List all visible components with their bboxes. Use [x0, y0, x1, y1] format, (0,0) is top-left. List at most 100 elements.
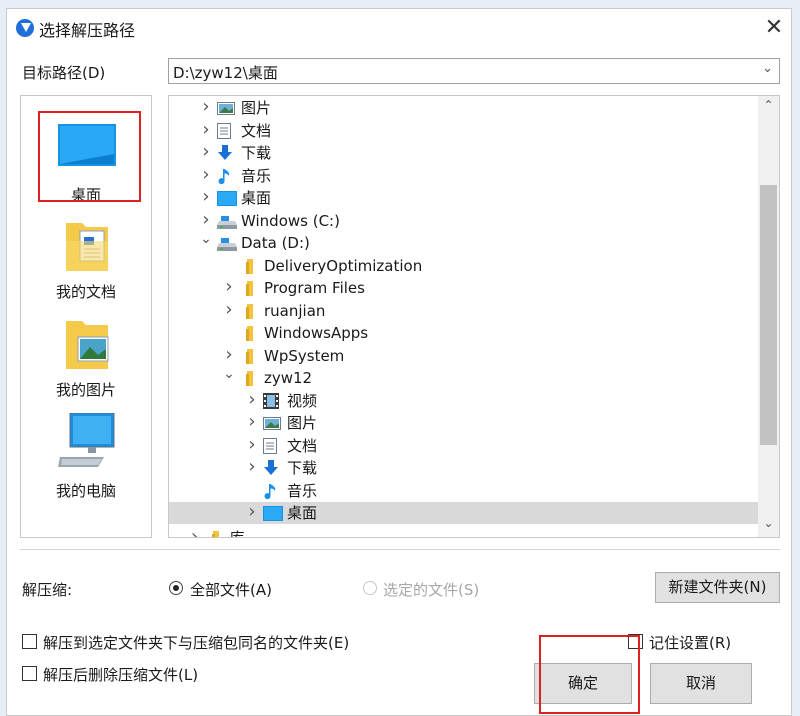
checkbox-extract-to-named-folder-label: 解压到选定文件夹下与压缩包同名的文件夹(E)	[43, 634, 350, 652]
scroll-down-icon[interactable]: ⌄	[758, 516, 779, 530]
desktop-icon	[263, 505, 283, 521]
document-icon	[217, 122, 233, 139]
chevron-right-icon[interactable]: ›	[245, 434, 259, 456]
tree-node-label: 图片	[241, 99, 272, 117]
checkbox-extract-to-named-folder[interactable]	[22, 634, 37, 649]
tree-node-label: Data (D:)	[241, 234, 310, 252]
tree-node-label: 音乐	[287, 481, 318, 500]
target-path-combobox[interactable]: D:\zyw12\桌面 ⌄	[168, 58, 780, 84]
chevron-right-icon[interactable]: ›	[222, 276, 236, 298]
place-label: 我的文档	[55, 283, 116, 301]
tree-node[interactable]: › Program Files	[169, 276, 758, 299]
radio-all-files-label: 全部文件(A)	[190, 581, 272, 599]
tree-node-label: 库	[229, 528, 245, 538]
chevron-right-icon[interactable]: ›	[222, 299, 236, 321]
highlight-box-ok	[539, 635, 640, 714]
folder-icon	[210, 530, 226, 537]
tree-node-label: 音乐	[241, 166, 272, 185]
scroll-up-icon[interactable]: ⌃	[758, 98, 779, 112]
background-window-right	[792, 10, 800, 716]
app-logo-icon	[16, 19, 34, 37]
download-icon	[217, 145, 233, 161]
drive-icon	[217, 235, 237, 251]
chevron-right-icon[interactable]: ›	[245, 411, 259, 433]
tree-node[interactable]: › 音乐	[169, 164, 758, 187]
tree-node[interactable]: › 库	[169, 526, 758, 538]
tree-node-label: 视频	[287, 391, 318, 410]
tree-node[interactable]: › 图片	[169, 96, 758, 119]
radio-all-files[interactable]	[169, 581, 183, 595]
tree-node-label: Program Files	[264, 279, 365, 297]
radio-selected-files	[363, 581, 377, 595]
chevron-right-icon[interactable]: ›	[199, 186, 213, 208]
place-my-documents[interactable]: 我的文档	[21, 214, 151, 304]
extract-label: 解压缩:	[22, 581, 73, 599]
folder-icon	[244, 370, 260, 386]
document-icon	[263, 437, 279, 454]
tree-node-label: 文档	[241, 121, 272, 140]
tree-node-label: ruanjian	[264, 301, 326, 320]
desktop-icon	[217, 190, 237, 206]
tree-node[interactable]: › 图片	[169, 411, 758, 434]
pictures-folder-icon	[66, 321, 109, 369]
dialog-title: 选择解压路径	[39, 21, 136, 40]
chevron-right-icon[interactable]: ›	[199, 96, 213, 118]
tree-node[interactable]: › 桌面	[169, 501, 758, 524]
tree-node[interactable]: WindowsApps	[169, 322, 758, 344]
tree-scrollbar-thumb[interactable]	[760, 185, 777, 445]
tree-node-label: 图片	[287, 414, 318, 432]
tree-node-label: 桌面	[287, 504, 318, 522]
chevron-right-icon[interactable]: ›	[199, 164, 213, 186]
separator	[20, 549, 780, 550]
pictures-icon	[217, 100, 235, 116]
checkbox-delete-after[interactable]	[22, 666, 37, 681]
tree-node[interactable]: › 下载	[169, 456, 758, 479]
checkbox-delete-after-label: 解压后删除压缩文件(L)	[43, 666, 199, 684]
new-folder-button[interactable]: 新建文件夹(N)	[655, 572, 780, 603]
folder-icon	[244, 325, 260, 341]
place-my-computer[interactable]: 我的电脑	[21, 410, 151, 502]
computer-icon	[58, 413, 115, 467]
folder-tree: › 图片 › 文档 › 下载 › 音乐 › 桌面 › Windows (C:) ⌄ Data (D:) De…	[168, 95, 780, 538]
radio-selected-files-label: 选定的文件(S)	[383, 581, 480, 599]
chevron-right-icon[interactable]: ›	[245, 501, 259, 523]
chevron-right-icon[interactable]: ›	[199, 119, 213, 141]
tree-node[interactable]: › ruanjian	[169, 299, 758, 322]
tree-node[interactable]: ⌄ Data (D:)	[169, 231, 758, 254]
chevron-right-icon[interactable]: ›	[245, 389, 259, 411]
tree-node[interactable]: ⌄ zyw12	[169, 366, 758, 389]
tree-node[interactable]: › WpSystem	[169, 344, 758, 367]
tree-node[interactable]: › 桌面	[169, 186, 758, 209]
tree-node-label: Windows (C:)	[241, 211, 340, 230]
tree-node-label: WindowsApps	[264, 324, 369, 342]
tree-node-label: 文档	[287, 436, 318, 455]
close-button[interactable]: ✕	[760, 14, 788, 42]
tree-node[interactable]: › 视频	[169, 389, 758, 412]
folder-icon	[244, 258, 260, 274]
place-my-pictures[interactable]: 我的图片	[21, 312, 151, 402]
chevron-right-icon[interactable]: ›	[245, 456, 259, 478]
video-icon	[263, 392, 279, 409]
close-icon: ✕	[764, 15, 784, 40]
folder-icon	[244, 280, 260, 296]
tree-node-label: 下载	[287, 459, 318, 477]
cancel-button[interactable]: 取消	[650, 663, 752, 704]
tree-node[interactable]: › 下载	[169, 141, 758, 164]
tree-node-label: DeliveryOptimization	[264, 256, 423, 275]
tree-node[interactable]: › Windows (C:)	[169, 209, 758, 232]
chevron-down-icon[interactable]: ⌄	[199, 228, 213, 250]
music-icon	[263, 483, 279, 499]
pictures-icon	[263, 415, 281, 431]
tree-node[interactable]: › 文档	[169, 434, 758, 457]
chevron-right-icon[interactable]: ›	[188, 526, 202, 538]
target-path-value: D:\zyw12\桌面	[173, 64, 278, 82]
chevron-right-icon[interactable]: ›	[199, 141, 213, 163]
tree-node[interactable]: 音乐	[169, 480, 758, 502]
tree-node[interactable]: › 文档	[169, 119, 758, 142]
chevron-down-icon[interactable]: ⌄	[222, 363, 236, 385]
documents-folder-icon	[66, 223, 108, 271]
tree-node[interactable]: DeliveryOptimization	[169, 255, 758, 277]
chevron-down-icon[interactable]: ⌄	[762, 61, 773, 76]
tree-node-label: 桌面	[241, 189, 272, 207]
place-label: 我的图片	[55, 381, 116, 399]
